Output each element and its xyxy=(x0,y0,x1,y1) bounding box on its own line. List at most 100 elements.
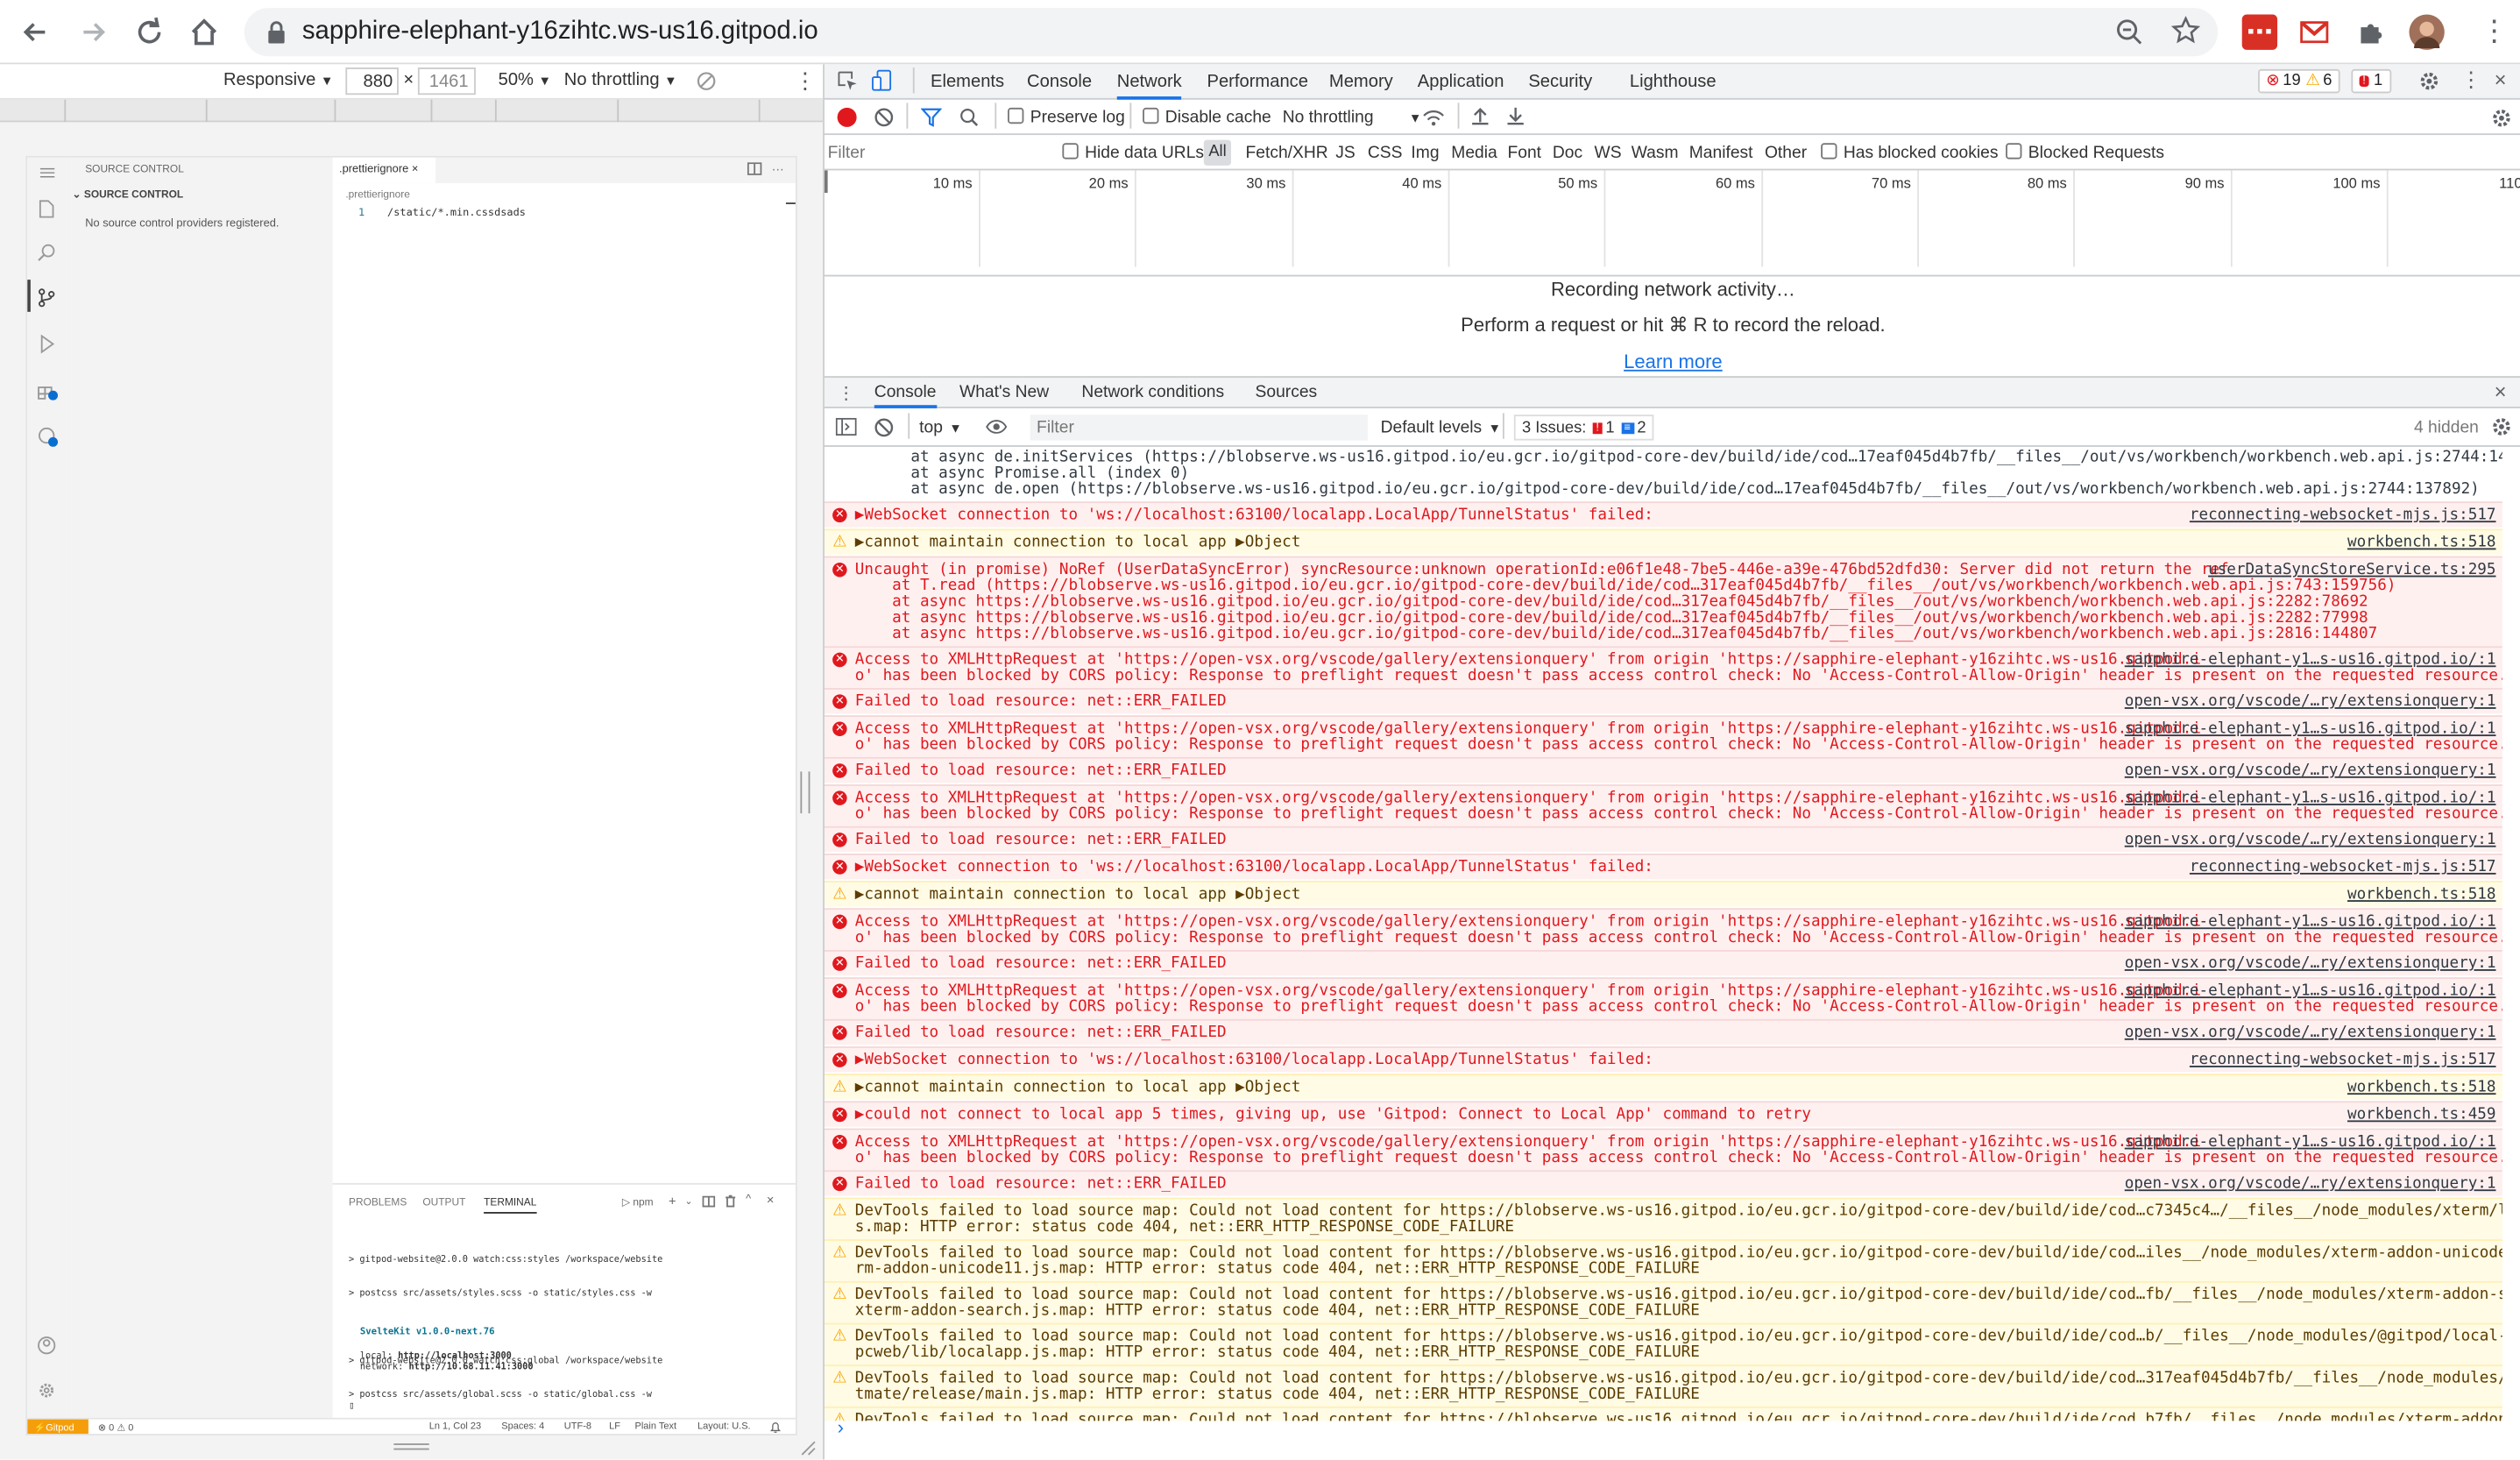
drawer-tab-network-conditions[interactable]: Network conditions xyxy=(1081,383,1224,402)
console-source-link[interactable]: sapphire-elephant-y1…s-us16.gitpod.io/:1 xyxy=(2125,652,2496,669)
console-message[interactable]: ⚠ DevTools failed to load source map: Cou… xyxy=(824,1322,2502,1365)
console-source-link[interactable]: reconnecting-websocket-mjs.js:517 xyxy=(2190,859,2496,875)
split-editor-icon[interactable] xyxy=(747,162,762,175)
console-message[interactable]: ✕ Access to XMLHttpRequest at 'https://op… xyxy=(824,646,2502,689)
console-message[interactable]: ✕ ▶could not connect to local app 5 times… xyxy=(824,1101,2502,1127)
status-language[interactable]: Plain Text xyxy=(635,1422,677,1432)
disable-cache-checkbox[interactable]: Disable cache xyxy=(1143,107,1271,127)
console-message[interactable]: ⚠ DevTools failed to load source map: Cou… xyxy=(824,1406,2502,1421)
editor-more-icon[interactable]: … xyxy=(771,159,784,174)
console-message[interactable]: ✕ Access to XMLHttpRequest at 'https://op… xyxy=(824,784,2502,826)
status-encoding[interactable]: UTF-8 xyxy=(564,1422,591,1432)
type-filter-css[interactable]: CSS xyxy=(1368,143,1403,162)
type-filter-media[interactable]: Media xyxy=(1451,143,1497,162)
console-source-link[interactable]: workbench.ts:518 xyxy=(2347,1080,2496,1096)
device-throttling-select[interactable]: No throttling ▼ xyxy=(564,71,677,90)
console-source-link[interactable]: open-vsx.org/vscode/…ry/extensionquery:1 xyxy=(2125,762,2496,779)
console-source-link[interactable]: open-vsx.org/vscode/…ry/extensionquery:1 xyxy=(2125,693,2496,710)
extensions-puzzle-icon[interactable] xyxy=(2353,15,2388,50)
type-filter-other[interactable]: Other xyxy=(1765,143,1807,162)
bookmark-star-icon[interactable] xyxy=(2171,16,2201,45)
viewport-height-input[interactable]: 1461 xyxy=(417,67,476,96)
issues-button[interactable]: 3 Issues: ! 1 ≡ 2 xyxy=(1513,415,1654,441)
network-filter-input[interactable] xyxy=(827,139,1053,166)
address-bar[interactable]: sapphire-elephant-y16zihtc.ws-us16.gitpo… xyxy=(244,8,2219,57)
console-source-link[interactable]: workbench.ts:518 xyxy=(2347,535,2496,551)
network-conditions-icon[interactable] xyxy=(1422,108,1445,127)
import-har-icon[interactable] xyxy=(1470,106,1490,125)
type-filter-fetch-xhr[interactable]: Fetch/XHR xyxy=(1246,143,1328,162)
network-settings-icon[interactable] xyxy=(2491,108,2512,129)
blocked-requests-checkbox[interactable]: Blocked Requests xyxy=(2006,143,2164,162)
url-text[interactable]: sapphire-elephant-y16zihtc.ws-us16.gitpo… xyxy=(302,18,818,46)
tab-security[interactable]: Security xyxy=(1528,73,1592,92)
devtools-close-icon[interactable]: × xyxy=(2495,67,2507,92)
type-filter-font[interactable]: Font xyxy=(1507,143,1541,162)
kill-terminal-icon[interactable] xyxy=(725,1194,736,1208)
console-source-link[interactable]: open-vsx.org/vscode/…ry/extensionquery:1 xyxy=(2125,1024,2496,1041)
browser-menu-icon[interactable]: ⋮ xyxy=(2480,16,2509,45)
console-message[interactable]: ✕ Access to XMLHttpRequest at 'https://op… xyxy=(824,908,2502,951)
network-throttling-select[interactable]: No throttling ▼ xyxy=(1283,108,1422,127)
zoom-icon[interactable] xyxy=(2115,18,2144,46)
hide-data-urls-checkbox[interactable]: Hide data URLs xyxy=(1062,143,1204,162)
search-icon[interactable] xyxy=(37,243,56,262)
console-message[interactable]: ✕ Access to XMLHttpRequest at 'https://op… xyxy=(824,977,2502,1019)
console-prompt[interactable]: › xyxy=(838,1416,844,1439)
clear-icon[interactable] xyxy=(874,108,894,127)
console-message[interactable]: ✕ ▶WebSocket connection to 'ws://localhos… xyxy=(824,1046,2502,1073)
console-message[interactable]: ✕ Access to XMLHttpRequest at 'https://op… xyxy=(824,1128,2502,1171)
back-arrow-icon[interactable] xyxy=(18,15,53,50)
drawer-close-icon[interactable]: × xyxy=(2495,379,2507,404)
close-panel-icon[interactable]: × xyxy=(767,1193,775,1208)
filter-icon[interactable] xyxy=(920,108,942,127)
extension-red-icon[interactable] xyxy=(2241,14,2278,50)
console-message[interactable]: ⚠ DevTools failed to load source map: Cou… xyxy=(824,1280,2502,1323)
tab-lighthouse[interactable]: Lighthouse xyxy=(1630,73,1717,92)
console-settings-icon[interactable] xyxy=(2491,416,2512,437)
console-message[interactable]: ⚠ ▶cannot maintain connection to local ap… xyxy=(824,528,2502,555)
reload-icon[interactable] xyxy=(131,15,166,50)
learn-more-link[interactable]: Learn more xyxy=(825,351,2520,373)
viewport-resize-handle[interactable] xyxy=(800,771,811,814)
console-message[interactable]: ⚠ ▶cannot maintain connection to local ap… xyxy=(824,1074,2502,1100)
status-gitpod[interactable]: ⚡Gitpod xyxy=(27,1419,88,1435)
context-select[interactable]: top ▼ xyxy=(919,418,962,437)
forward-arrow-icon[interactable] xyxy=(75,15,110,50)
menu-icon[interactable] xyxy=(39,167,55,179)
gmail-icon[interactable] xyxy=(2297,14,2332,50)
console-source-link[interactable]: open-vsx.org/vscode/…ry/extensionquery:1 xyxy=(2125,955,2496,972)
viewport-corner-resize-icon[interactable] xyxy=(800,1440,816,1456)
type-filter-all[interactable]: All xyxy=(1203,139,1232,166)
device-toolbar-icon[interactable] xyxy=(871,69,894,94)
status-cursor-position[interactable]: Ln 1, Col 23 xyxy=(429,1422,481,1432)
settings-gear-icon[interactable] xyxy=(37,1381,56,1400)
console-source-link[interactable]: workbench.ts:518 xyxy=(2347,887,2496,903)
explorer-icon[interactable] xyxy=(37,199,56,218)
log-levels-select[interactable]: Default levels ▼ xyxy=(1381,418,1501,437)
status-keyboard-layout[interactable]: Layout: U.S. xyxy=(697,1422,751,1432)
issues-counter[interactable]: ! 1 xyxy=(2351,68,2391,94)
console-message[interactable]: ✕ Failed to load resource: net::ERR_FAILE… xyxy=(824,1170,2502,1196)
console-source-link[interactable]: userDataSyncStoreService.ts:295 xyxy=(2208,562,2495,578)
console-message[interactable]: ⚠ DevTools failed to load source map: Cou… xyxy=(824,1239,2502,1281)
console-message[interactable]: ✕ Access to XMLHttpRequest at 'https://op… xyxy=(824,715,2502,757)
type-filter-js[interactable]: JS xyxy=(1335,143,1355,162)
extensions-icon[interactable] xyxy=(37,379,59,400)
error-warning-counter[interactable]: ⊗ 19 ⚠ 6 xyxy=(2258,68,2340,94)
console-message[interactable]: at async de.initServices (https://blobse… xyxy=(825,447,2502,501)
lock-icon[interactable] xyxy=(266,21,286,44)
viewport-bottom-resize-handle[interactable] xyxy=(393,1443,429,1450)
status-eol[interactable]: LF xyxy=(609,1422,620,1432)
console-message[interactable]: ✕ Failed to load resource: net::ERR_FAILE… xyxy=(824,826,2502,853)
devtools-more-icon[interactable]: ⋮ xyxy=(2460,67,2481,93)
device-mode-select[interactable]: Responsive ▼ xyxy=(223,71,333,90)
drawer-tab-console[interactable]: Console xyxy=(874,383,937,408)
live-expression-eye-icon[interactable] xyxy=(985,418,1008,436)
console-source-link[interactable]: open-vsx.org/vscode/…ry/extensionquery:1 xyxy=(2125,1176,2496,1193)
type-filter-manifest[interactable]: Manifest xyxy=(1689,143,1753,162)
tab-terminal[interactable]: TERMINAL xyxy=(484,1197,537,1214)
tab-output[interactable]: OUTPUT xyxy=(422,1197,465,1208)
rotate-icon[interactable] xyxy=(696,71,717,92)
split-terminal-icon[interactable] xyxy=(702,1195,716,1208)
